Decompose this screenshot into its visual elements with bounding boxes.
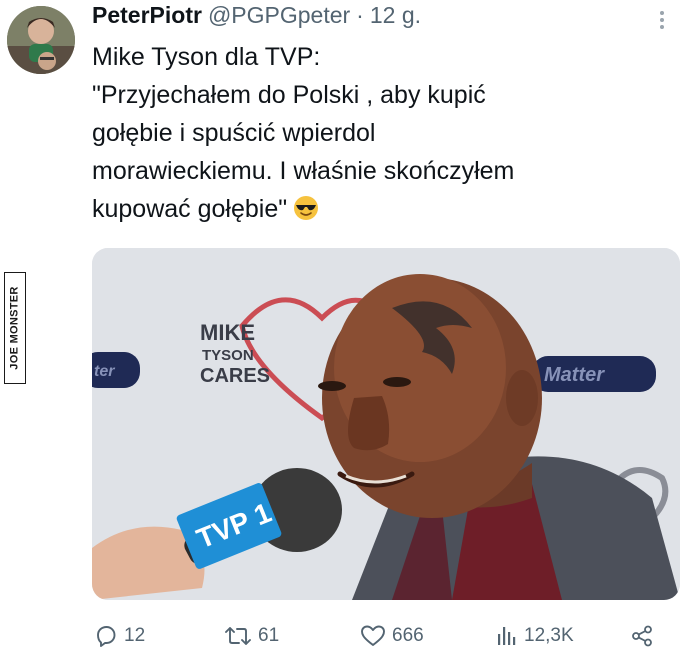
- tweet-text-line: gołębie i spuścić wpierdol: [92, 119, 376, 147]
- views-chart-icon: [498, 627, 516, 645]
- tweet-text-line: Mike Tyson dla TVP:: [92, 43, 321, 71]
- author-handle[interactable]: @PGPGpeter: [208, 2, 350, 29]
- banner-right-text: Matter: [544, 364, 605, 386]
- joe-monster-watermark: JOE MONSTER: [4, 272, 26, 384]
- views-button[interactable]: 12,3K: [496, 618, 574, 654]
- photo-mike-tyson-interview: MIKE TYSON CARES ter Matter TVP 1: [92, 248, 680, 600]
- repost-icon: [225, 627, 251, 645]
- smiling-face-with-sunglasses-icon: [294, 196, 319, 220]
- watermark-text: JOE MONSTER: [9, 286, 21, 370]
- like-count: 666: [392, 625, 424, 646]
- tweet-photo[interactable]: MIKE TYSON CARES ter Matter TVP 1: [92, 248, 680, 600]
- separator-dot: ·: [356, 2, 364, 28]
- tweet-text: Mike Tyson dla TVP: "Przyjechałem do Pol…: [92, 38, 682, 228]
- backdrop-text: TYSON: [202, 347, 254, 364]
- banner-left-text: ter: [94, 363, 115, 380]
- avatar-image: [7, 6, 75, 74]
- repost-button[interactable]: 61: [224, 618, 279, 654]
- reply-count: 12: [124, 625, 146, 646]
- tweet-text-line-last: kupować gołębie": [92, 190, 682, 228]
- share-button[interactable]: [630, 618, 654, 654]
- heart-icon: [361, 625, 385, 646]
- like-button[interactable]: 666: [360, 618, 424, 654]
- repost-count: 61: [258, 625, 280, 646]
- author-name[interactable]: PeterPiotr: [92, 2, 202, 29]
- reply-icon: [97, 626, 116, 647]
- more-options-icon[interactable]: [654, 9, 670, 35]
- tweet-actions: 12 61 666 12,3K: [92, 618, 680, 654]
- backdrop-text: MIKE: [200, 320, 255, 345]
- views-count: 12,3K: [524, 625, 574, 646]
- avatar[interactable]: [7, 6, 75, 74]
- tweet-text-line: kupować gołębie": [92, 195, 288, 223]
- tweet-text-line: "Przyjechałem do Polski , aby kupić: [92, 81, 486, 109]
- tweet-header: PeterPiotr @PGPGpeter · 12 g.: [92, 2, 421, 34]
- backdrop-text: CARES: [200, 365, 270, 387]
- share-icon: [632, 625, 652, 647]
- timestamp[interactable]: 12 g.: [370, 2, 421, 29]
- tweet-text-line: morawieckiemu. I właśnie skończyłem: [92, 157, 515, 185]
- reply-button[interactable]: 12: [94, 618, 145, 654]
